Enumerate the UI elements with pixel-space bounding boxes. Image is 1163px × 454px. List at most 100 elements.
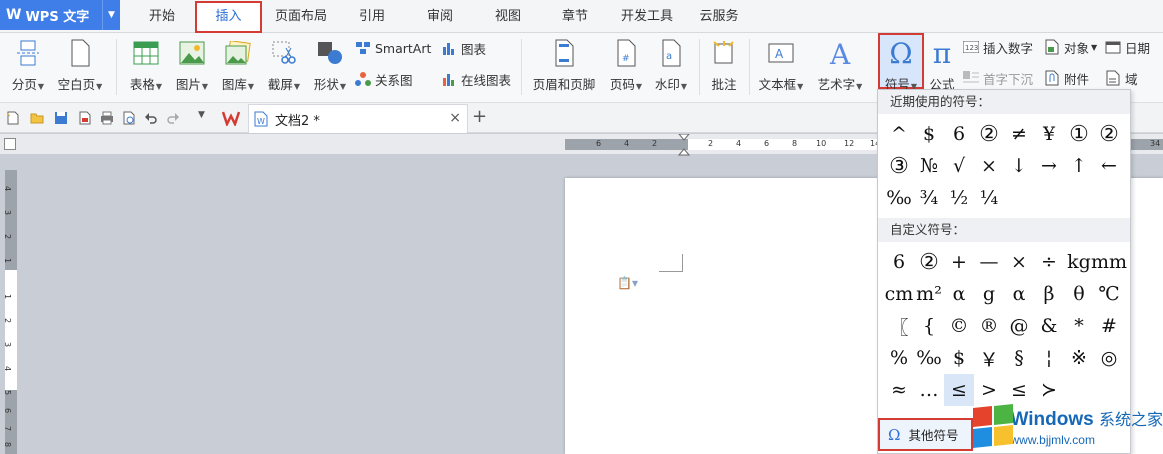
chart-button[interactable]: 图表 bbox=[441, 37, 486, 59]
recent-symbol[interactable]: ① bbox=[1064, 118, 1094, 150]
custom-symbol[interactable]: ② bbox=[914, 246, 944, 278]
gallery-button[interactable]: 图库▼ bbox=[218, 36, 258, 98]
smartart-button[interactable]: SmartArt bbox=[355, 37, 431, 59]
comment-button[interactable]: 批注 bbox=[706, 36, 742, 98]
custom-symbol[interactable]: 6 bbox=[884, 246, 914, 278]
recent-symbol[interactable]: ③ bbox=[884, 150, 914, 182]
indent-marker-icon[interactable] bbox=[678, 134, 690, 156]
custom-symbol[interactable]: * bbox=[1064, 310, 1094, 342]
custom-symbol[interactable]: 〖 bbox=[884, 310, 914, 342]
tab-developer[interactable]: 开发工具 bbox=[614, 0, 680, 33]
recent-symbol[interactable]: × bbox=[974, 150, 1004, 182]
tab-insert[interactable]: 插入 bbox=[195, 1, 262, 33]
date-button[interactable]: 日期 bbox=[1105, 36, 1150, 58]
print-icon[interactable] bbox=[100, 111, 114, 125]
ruler-corner[interactable] bbox=[4, 138, 16, 150]
recent-symbol[interactable]: $ bbox=[914, 118, 944, 150]
recent-symbol[interactable]: ≠ bbox=[1004, 118, 1034, 150]
custom-symbol[interactable]: α bbox=[944, 278, 974, 310]
custom-symbol[interactable]: cm bbox=[884, 278, 914, 310]
undo-icon[interactable] bbox=[144, 111, 158, 125]
custom-symbol[interactable]: { bbox=[914, 310, 944, 342]
custom-symbol[interactable]: ¦ bbox=[1034, 342, 1064, 374]
online-chart-button[interactable]: 在线图表 bbox=[441, 68, 511, 90]
custom-symbol[interactable]: mm bbox=[1091, 246, 1127, 278]
new-file-icon[interactable] bbox=[6, 111, 20, 125]
recent-symbol[interactable]: 6 bbox=[944, 118, 974, 150]
textbox-button[interactable]: A 文本框▼ bbox=[756, 36, 806, 98]
recent-symbol[interactable]: ② bbox=[974, 118, 1004, 150]
custom-symbol[interactable]: g bbox=[974, 278, 1004, 310]
more-symbols-button[interactable]: Ω 其他符号 bbox=[878, 418, 973, 451]
vertical-ruler[interactable]: 4 3 2 1 1 2 3 4 5 6 7 8 bbox=[3, 170, 17, 454]
watermark-button[interactable]: a 水印▼ bbox=[651, 36, 691, 98]
export-pdf-icon[interactable] bbox=[78, 111, 92, 125]
drop-cap-button[interactable]: 首字下沉 bbox=[963, 67, 1033, 89]
custom-symbol[interactable]: % bbox=[884, 342, 914, 374]
custom-symbol[interactable]: © bbox=[944, 310, 974, 342]
attachment-button[interactable]: 附件 bbox=[1044, 67, 1089, 89]
chevron-down-icon[interactable]: ▼ bbox=[102, 0, 120, 30]
page-break-button[interactable]: 分页▼ bbox=[8, 36, 48, 98]
custom-symbol[interactable]: § bbox=[1004, 342, 1034, 374]
tab-page-layout[interactable]: 页面布局 bbox=[268, 0, 334, 33]
recent-symbol[interactable]: ¾ bbox=[914, 182, 944, 214]
save-icon[interactable] bbox=[54, 111, 68, 125]
recent-symbol[interactable]: № bbox=[914, 150, 944, 182]
shape-button[interactable]: 形状▼ bbox=[310, 36, 350, 98]
open-folder-icon[interactable] bbox=[30, 111, 44, 125]
recent-symbol[interactable]: ← bbox=[1094, 150, 1124, 182]
custom-symbol[interactable]: ÷ bbox=[1034, 246, 1064, 278]
custom-symbol[interactable]: m² bbox=[914, 278, 944, 310]
custom-symbol[interactable]: … bbox=[914, 374, 944, 406]
tab-section[interactable]: 章节 bbox=[553, 0, 597, 33]
custom-symbol[interactable]: $ bbox=[944, 342, 974, 374]
custom-symbol[interactable]: ® bbox=[974, 310, 1004, 342]
custom-symbol[interactable]: β bbox=[1034, 278, 1064, 310]
custom-symbol[interactable]: @ bbox=[1004, 310, 1034, 342]
tab-cloud[interactable]: 云服务 bbox=[694, 0, 744, 33]
tab-review[interactable]: 审阅 bbox=[418, 0, 462, 33]
tab-reference[interactable]: 引用 bbox=[350, 0, 394, 33]
custom-symbol[interactable]: θ bbox=[1064, 278, 1094, 310]
custom-symbol[interactable]: ‰ bbox=[914, 342, 944, 374]
recent-symbol[interactable]: ‰ bbox=[884, 182, 914, 214]
blank-page-button[interactable]: 空白页▼ bbox=[54, 36, 106, 98]
custom-symbol[interactable]: α bbox=[1004, 278, 1034, 310]
new-tab-button[interactable]: + bbox=[472, 106, 487, 127]
recent-symbol[interactable]: ½ bbox=[944, 182, 974, 214]
recent-symbol[interactable]: ② bbox=[1094, 118, 1124, 150]
print-preview-icon[interactable] bbox=[122, 111, 136, 125]
recent-symbol[interactable]: → bbox=[1034, 150, 1064, 182]
custom-symbol[interactable]: — bbox=[974, 246, 1004, 278]
table-button[interactable]: 表格▼ bbox=[124, 36, 168, 98]
custom-symbol[interactable]: ※ bbox=[1064, 342, 1094, 374]
custom-symbol[interactable]: × bbox=[1004, 246, 1034, 278]
tab-view[interactable]: 视图 bbox=[486, 0, 530, 33]
customize-dropdown-icon[interactable]: ▼ bbox=[198, 110, 205, 120]
custom-symbol[interactable]: + bbox=[944, 246, 974, 278]
custom-symbol[interactable]: ￥ bbox=[974, 342, 1004, 374]
custom-symbol[interactable]: & bbox=[1034, 310, 1064, 342]
close-icon[interactable]: × bbox=[449, 110, 461, 126]
redo-icon[interactable] bbox=[166, 111, 180, 125]
recent-symbol[interactable]: √ bbox=[944, 150, 974, 182]
recent-symbol[interactable]: ¥ bbox=[1034, 118, 1064, 150]
wordart-button[interactable]: A 艺术字▼ bbox=[815, 36, 865, 98]
custom-symbol[interactable]: kg bbox=[1064, 246, 1094, 278]
screenshot-button[interactable]: 截屏▼ bbox=[264, 36, 304, 98]
custom-symbol[interactable]: ≈ bbox=[884, 374, 914, 406]
insert-number-button[interactable]: 123 插入数字 bbox=[963, 36, 1033, 58]
custom-symbol[interactable]: # bbox=[1094, 310, 1124, 342]
recent-symbol[interactable]: ¼ bbox=[974, 182, 1004, 214]
recent-symbol[interactable]: ^ bbox=[884, 118, 914, 150]
paste-options-icon[interactable]: 📋▾ bbox=[617, 276, 638, 290]
tab-start[interactable]: 开始 bbox=[140, 0, 184, 33]
object-button[interactable]: 对象 ▼ bbox=[1044, 36, 1097, 58]
recent-symbol[interactable]: ↑ bbox=[1064, 150, 1094, 182]
relation-chart-button[interactable]: 关系图 bbox=[355, 68, 413, 90]
page-number-button[interactable]: # 页码▼ bbox=[606, 36, 646, 98]
document-tab[interactable]: W 文档2 * × bbox=[248, 104, 468, 133]
custom-symbol[interactable]: ≤ bbox=[944, 374, 974, 406]
custom-symbol[interactable]: ◎ bbox=[1094, 342, 1124, 374]
